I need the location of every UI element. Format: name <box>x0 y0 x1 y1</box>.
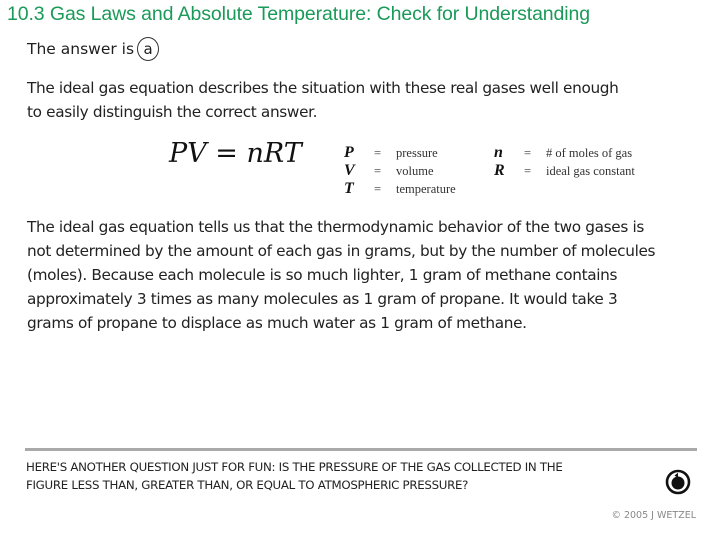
variable-row: V = volume <box>344 162 456 180</box>
variable-row: T = temperature <box>344 180 456 198</box>
ideal-gas-equation: PV = nRT <box>169 138 302 169</box>
answer-choice-badge: a <box>137 37 160 61</box>
variable-meaning: ideal gas constant <box>546 164 635 178</box>
paragraph-line: not determined by the amount of each gas… <box>27 242 656 260</box>
variable-row: R = ideal gas constant <box>494 162 635 180</box>
paragraph-line: (moles). Because each molecule is so muc… <box>27 266 618 284</box>
variable-meaning: # of moles of gas <box>546 146 633 160</box>
section-divider <box>25 448 697 451</box>
equals-sign: = <box>524 164 532 178</box>
answer-statement: The answer is a <box>27 37 160 61</box>
question-line: FIGURE LESS THAN, GREATER THAN, OR EQUAL… <box>26 478 469 492</box>
variable-meaning: temperature <box>396 182 456 196</box>
variable-meaning: pressure <box>396 146 438 160</box>
variable-symbol: R <box>494 162 505 179</box>
equals-sign: = <box>374 182 382 196</box>
variable-symbol: n <box>494 144 503 161</box>
question-line: HERE'S ANOTHER QUESTION JUST FOR FUN: IS… <box>26 460 563 474</box>
equals-sign: = <box>524 146 532 160</box>
variable-meaning: volume <box>396 164 434 178</box>
paragraph-line: The ideal gas equation tells us that the… <box>27 218 645 236</box>
variable-symbol: T <box>344 180 354 197</box>
paragraph-line: The ideal gas equation describes the sit… <box>27 79 619 97</box>
equals-sign: = <box>374 146 382 160</box>
replay-button[interactable] <box>665 469 691 495</box>
variable-symbol: V <box>344 162 355 179</box>
paragraph-line: approximately 3 times as many molecules … <box>27 290 618 308</box>
variable-symbol: P <box>344 144 354 161</box>
copyright-notice: © 2005 J WETZEL <box>611 510 696 521</box>
explanation-paragraph-1: The ideal gas equation describes the sit… <box>27 76 619 124</box>
variable-row: P = pressure <box>344 144 456 162</box>
replay-icon <box>665 469 691 495</box>
variable-row: n = # of moles of gas <box>494 144 635 162</box>
variable-legend-right: n = # of moles of gas R = ideal gas cons… <box>494 144 635 180</box>
paragraph-line: grams of propane to displace as much wat… <box>27 314 527 332</box>
equals-sign: = <box>374 164 382 178</box>
paragraph-line: to easily distinguish the correct answer… <box>27 103 318 121</box>
answer-prefix: The answer is <box>27 40 135 58</box>
explanation-paragraph-2: The ideal gas equation tells us that the… <box>27 215 656 335</box>
page-title: 10.3 Gas Laws and Absolute Temperature: … <box>7 3 591 25</box>
variable-legend-left: P = pressure V = volume T = temperature <box>344 144 456 198</box>
bonus-question: HERE'S ANOTHER QUESTION JUST FOR FUN: IS… <box>26 458 563 494</box>
